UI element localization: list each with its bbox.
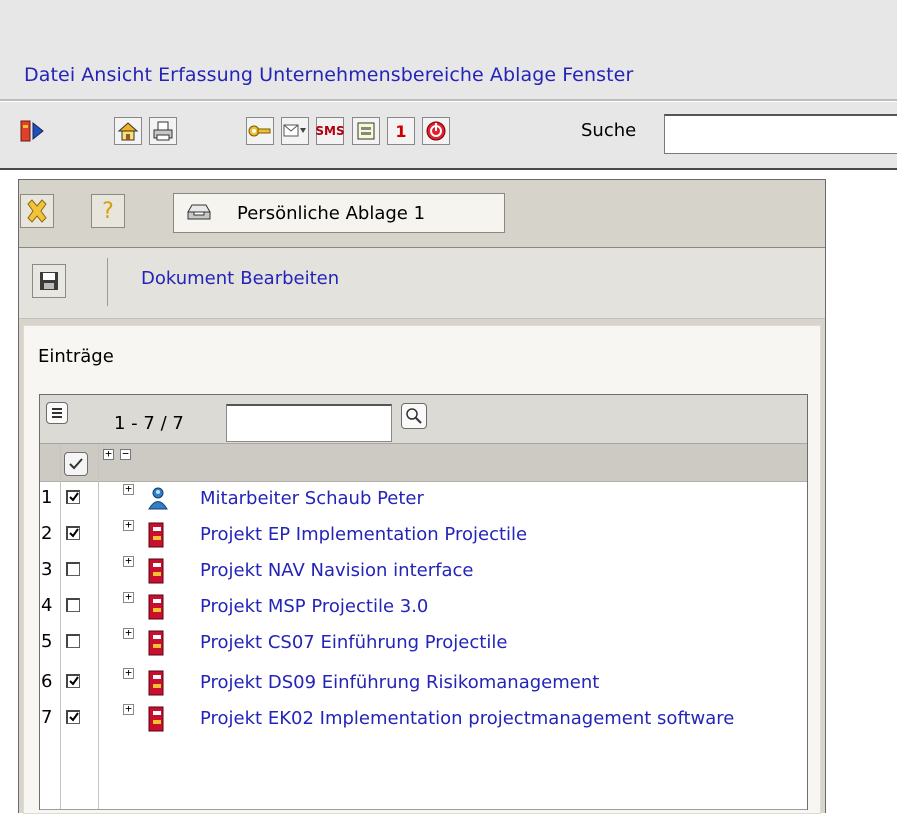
home-icon[interactable] <box>114 117 142 145</box>
row-link[interactable]: Projekt DS09 Einführung Risikomanagement <box>200 670 800 696</box>
row-number: 7 <box>41 707 53 728</box>
mail-icon[interactable] <box>281 117 309 145</box>
expand-row-button[interactable]: + <box>123 703 134 715</box>
app-header: Datei Ansicht Erfassung Unternehmensbere… <box>0 0 897 170</box>
calendar-icon[interactable]: 1 <box>387 117 415 145</box>
list-item: 3 + Projekt NAV Navision interface <box>40 555 807 589</box>
range-indicator: 1 - 7 / 7 <box>114 413 184 434</box>
search-label: Suche <box>581 120 637 141</box>
close-icon[interactable] <box>20 194 54 228</box>
person-icon <box>147 486 169 514</box>
row-checkbox[interactable] <box>66 674 80 688</box>
print-icon[interactable] <box>149 117 177 145</box>
row-link[interactable]: Projekt MSP Projectile 3.0 <box>200 594 800 620</box>
list-item: 6 + Projekt DS09 Einführung Risikomanageme… <box>40 667 807 701</box>
entries-heading: Einträge <box>38 346 114 367</box>
project-icon <box>147 670 165 700</box>
row-number: 2 <box>41 523 53 544</box>
list-toolbar: 1 - 7 / 7 <box>40 395 807 444</box>
list-item: 4 + Projekt MSP Projectile 3.0 <box>40 591 807 625</box>
document-toolbar: Dokument Bearbeiten <box>19 248 825 319</box>
menu-erfassung[interactable]: Erfassung <box>158 64 253 86</box>
menu-ansicht[interactable]: Ansicht <box>81 64 152 86</box>
filter-input[interactable] <box>226 404 392 442</box>
exit-icon[interactable] <box>18 117 46 145</box>
row-number: 6 <box>41 671 53 692</box>
key-icon[interactable] <box>246 117 274 145</box>
search-input[interactable] <box>664 114 897 154</box>
help-icon[interactable]: ? <box>91 194 125 228</box>
collapse-all-button[interactable]: − <box>120 448 131 460</box>
document-menu: Dokument Bearbeiten <box>141 268 339 289</box>
stop-icon[interactable] <box>422 117 450 145</box>
project-icon <box>147 558 165 588</box>
expand-row-button[interactable]: + <box>123 591 134 603</box>
window-icon[interactable] <box>352 117 380 145</box>
row-checkbox[interactable] <box>66 598 80 612</box>
menu-unternehmensbereiche[interactable]: Unternehmensbereiche <box>259 64 484 86</box>
row-link[interactable]: Projekt NAV Navision interface <box>200 558 800 584</box>
list-item: 2 + Projekt EP Implementation Projectile <box>40 519 807 553</box>
row-checkbox[interactable] <box>66 526 80 540</box>
list-column-header: + − <box>40 444 807 482</box>
menu-datei[interactable]: Datei <box>24 64 75 86</box>
menubar-separator <box>0 99 897 102</box>
row-checkbox[interactable] <box>66 562 80 576</box>
window-titlebar: ? Persönliche Ablage 1 <box>19 180 825 248</box>
inbox-tray-icon <box>187 204 211 220</box>
row-number: 3 <box>41 559 53 580</box>
menu-fenster[interactable]: Fenster <box>562 64 633 86</box>
menu-dokument[interactable]: Dokument <box>141 268 234 289</box>
sms-icon[interactable]: SMS <box>315 117 345 145</box>
tab-label: Persönliche Ablage 1 <box>237 203 426 224</box>
expand-row-button[interactable]: + <box>123 519 134 531</box>
list-item: 5 + Projekt CS07 Einführung Projectile <box>40 627 807 661</box>
expand-all-button[interactable]: + <box>103 448 114 460</box>
list-bottom-border <box>40 809 807 810</box>
tab-persoenliche-ablage[interactable]: Persönliche Ablage 1 <box>173 193 505 233</box>
menu-ablage[interactable]: Ablage <box>490 64 556 86</box>
entries-list: 1 - 7 / 7 + − 1 + Mitarbeiter Schaub Pet… <box>39 394 808 810</box>
row-number: 5 <box>41 631 53 652</box>
search-icon[interactable] <box>401 403 427 429</box>
expand-row-button[interactable]: + <box>123 483 134 495</box>
row-number: 4 <box>41 595 53 616</box>
calendar-day: 1 <box>395 121 407 141</box>
content-area: Einträge 1 - 7 / 7 + − 1 + Mitarbeiter S… <box>23 325 821 814</box>
ablage-window: ? Persönliche Ablage 1 Dokument Bearbeit… <box>18 179 826 814</box>
project-icon <box>147 630 165 660</box>
row-checkbox[interactable] <box>66 634 80 648</box>
expand-row-button[interactable]: + <box>123 667 134 679</box>
sms-label: SMS <box>315 124 345 138</box>
row-checkbox[interactable] <box>66 490 80 504</box>
row-link[interactable]: Projekt EP Implementation Projectile <box>200 522 800 548</box>
select-all-checkbox[interactable] <box>64 452 88 476</box>
save-icon[interactable] <box>32 264 66 298</box>
row-link[interactable]: Mitarbeiter Schaub Peter <box>200 486 800 512</box>
row-checkbox[interactable] <box>66 710 80 724</box>
list-item: 7 + Projekt EK02 Implementation projectman… <box>40 703 807 767</box>
menubar: Datei Ansicht Erfassung Unternehmensbere… <box>24 60 633 90</box>
project-icon <box>147 522 165 552</box>
header-border <box>0 168 897 170</box>
toolbar-divider <box>107 258 108 306</box>
project-icon <box>147 594 165 624</box>
menu-bearbeiten[interactable]: Bearbeiten <box>240 268 339 289</box>
list-item: 1 + Mitarbeiter Schaub Peter <box>40 483 807 517</box>
expand-row-button[interactable]: + <box>123 627 134 639</box>
expand-row-button[interactable]: + <box>123 555 134 567</box>
list-menu-icon[interactable] <box>46 402 68 424</box>
row-link[interactable]: Projekt EK02 Implementation projectmanag… <box>200 706 800 732</box>
row-link[interactable]: Projekt CS07 Einführung Projectile <box>200 630 800 656</box>
project-icon <box>147 706 165 736</box>
row-number: 1 <box>41 487 53 508</box>
